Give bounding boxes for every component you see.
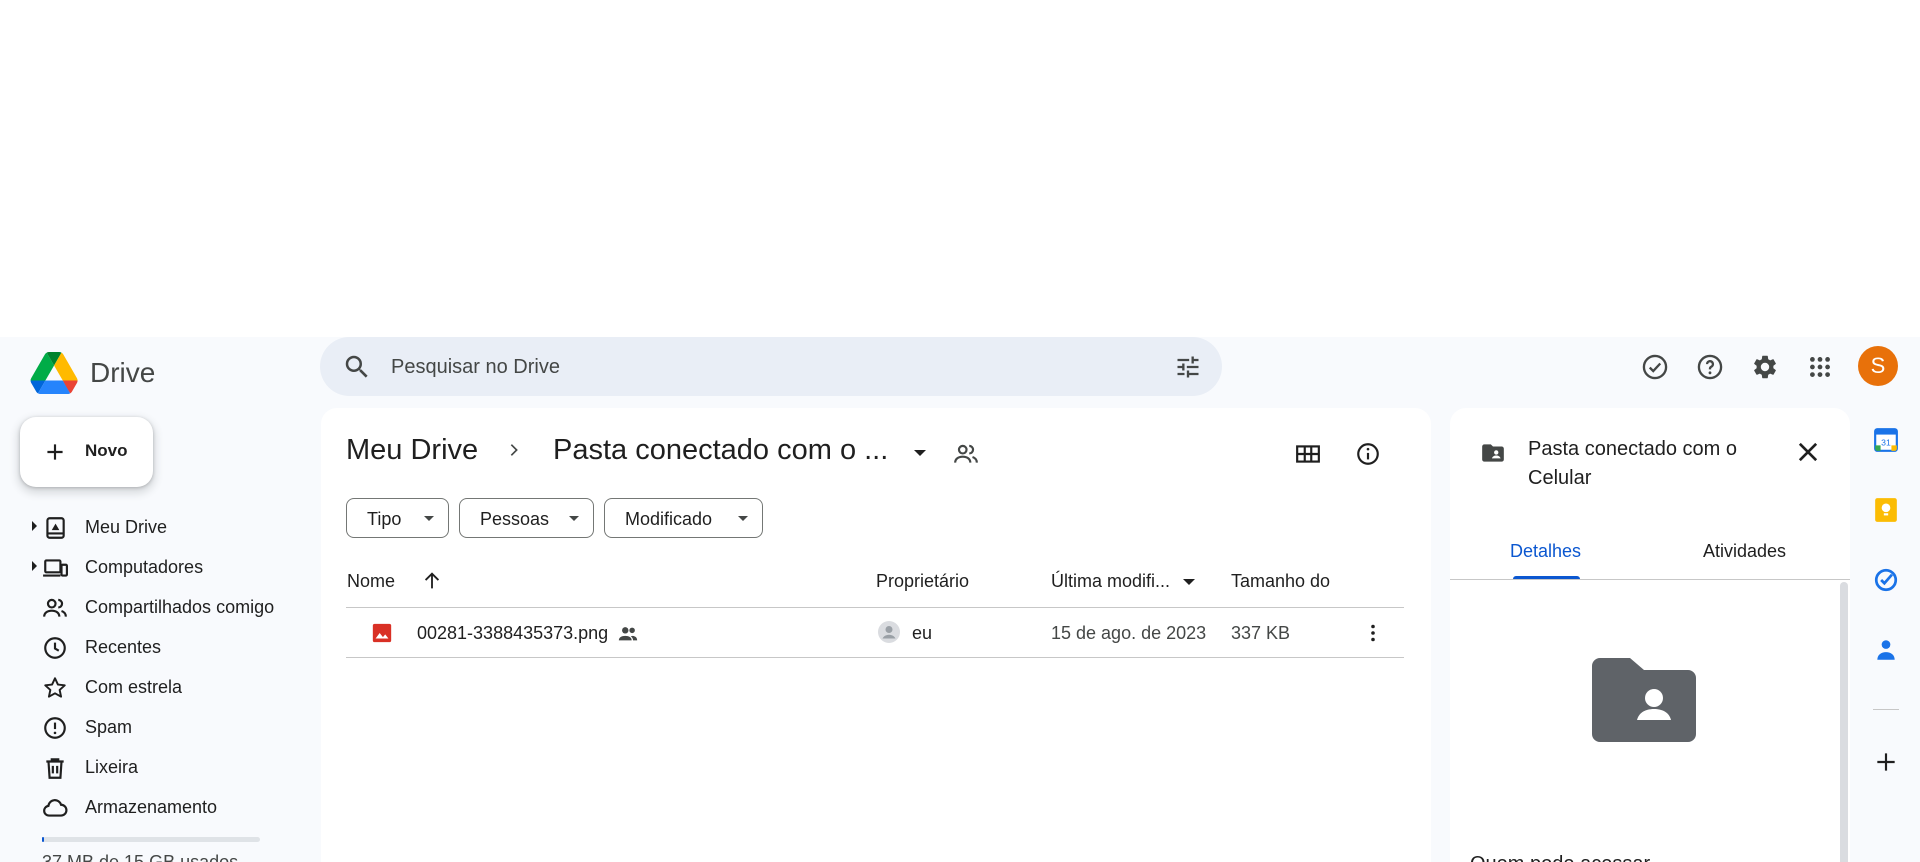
contacts-icon[interactable] — [1873, 637, 1899, 663]
keep-icon[interactable] — [1873, 497, 1899, 523]
sidebar-item-label: Meu Drive — [85, 517, 168, 537]
trash-icon — [46, 758, 64, 779]
sidebar-item-computers[interactable]: Computadores — [0, 547, 300, 587]
sidebar-item-label: Computadores — [85, 557, 204, 577]
app-name: Drive — [90, 357, 156, 388]
sidebar-item-label: Spam — [85, 717, 133, 737]
shared-file-icon — [618, 627, 638, 641]
details-panel: Pasta conectado com o Celular Detalhes A… — [1450, 408, 1850, 862]
filter-people-chip[interactable]: Pessoas — [459, 498, 594, 538]
storage-bar-fill — [42, 837, 45, 842]
column-header-modified[interactable]: Última modifi... — [1051, 571, 1170, 592]
sidebar-item-label: Compartilhados comigo — [85, 597, 275, 617]
breadcrumb-root[interactable]: Meu Drive — [346, 434, 478, 467]
shared-folder-icon[interactable] — [953, 441, 979, 467]
more-actions-icon[interactable] — [1361, 621, 1385, 645]
dropdown-arrow-icon — [569, 516, 579, 521]
sidebar-item-recent[interactable]: Recentes — [0, 627, 300, 667]
expand-caret-icon[interactable] — [32, 521, 37, 531]
dropdown-arrow-icon — [738, 516, 748, 521]
tab-activity[interactable]: Atividades — [1703, 541, 1786, 562]
file-size: 337 KB — [1231, 623, 1291, 643]
sidebar-item-label: Armazenamento — [85, 797, 218, 817]
rail-divider — [1873, 709, 1899, 710]
column-sort-dropdown-icon[interactable] — [1183, 579, 1195, 585]
calendar-icon[interactable]: 31 — [1873, 427, 1899, 453]
drive-app: Drive Pesquisar no Drive S Novo Meu Driv… — [0, 337, 1920, 862]
sidebar-item-storage[interactable]: Armazenamento — [0, 787, 300, 827]
filter-chip-label: Pessoas — [480, 509, 550, 529]
access-section-heading: Quem pode acessar — [1470, 853, 1650, 862]
sort-ascending-icon[interactable] — [421, 570, 443, 592]
add-icon[interactable] — [1873, 749, 1899, 775]
svg-text:31: 31 — [1881, 437, 1891, 447]
storage-bar — [42, 837, 260, 842]
drive-logo[interactable]: Drive — [30, 347, 155, 399]
sidebar-item-label: Lixeira — [85, 757, 139, 777]
cloud-icon — [43, 799, 68, 817]
file-modified-date: 15 de ago. de 2023 — [1051, 623, 1207, 643]
clock-icon — [44, 637, 66, 659]
sidebar-item-my-drive[interactable]: Meu Drive — [0, 507, 300, 547]
details-title: Pasta conectado com o Celular — [1528, 438, 1738, 489]
sidebar-item-trash[interactable]: Lixeira — [0, 747, 300, 787]
filter-chip-label: Modificado — [625, 509, 713, 529]
info-icon[interactable] — [1355, 441, 1381, 467]
settings-icon[interactable] — [1750, 352, 1780, 382]
my-drive-icon — [46, 517, 65, 539]
new-button-label: Novo — [85, 441, 128, 460]
expand-caret-icon[interactable] — [32, 561, 37, 571]
dropdown-arrow-icon — [424, 516, 434, 521]
file-name[interactable]: 00281-3388435373.png — [417, 623, 608, 644]
column-header-name[interactable]: Nome — [347, 571, 395, 592]
column-header-size[interactable]: Tamanho do — [1231, 571, 1330, 592]
star-icon — [44, 677, 66, 698]
chevron-right-icon — [510, 444, 518, 456]
filter-modified-chip[interactable]: Modificado — [604, 498, 763, 538]
table-header-divider — [346, 607, 1404, 608]
details-scrollbar[interactable] — [1840, 582, 1848, 862]
storage-usage-text: 37 MB de 15 GB usados — [42, 852, 239, 862]
offline-status-icon[interactable] — [1640, 352, 1670, 382]
tab-details[interactable]: Detalhes — [1510, 541, 1581, 562]
search-options-icon[interactable] — [1174, 353, 1202, 381]
filter-chip-label: Tipo — [367, 509, 402, 529]
file-owner: eu — [912, 623, 933, 643]
grid-view-icon[interactable] — [1295, 441, 1321, 467]
shared-icon — [43, 598, 67, 617]
plus-icon — [47, 444, 63, 460]
owner-avatar-icon — [878, 621, 900, 643]
search-bar[interactable]: Pesquisar no Drive — [320, 337, 1222, 396]
tasks-icon[interactable] — [1873, 567, 1899, 593]
image-file-icon — [372, 623, 392, 643]
help-icon[interactable] — [1695, 352, 1725, 382]
account-avatar[interactable]: S — [1858, 346, 1898, 386]
sidebar-item-spam[interactable]: Spam — [0, 707, 300, 747]
breadcrumb-current-folder[interactable]: Pasta conectado com o ... — [553, 434, 888, 467]
filter-type-chip[interactable]: Tipo — [346, 498, 449, 538]
main-content: Meu Drive Pasta conectado com o ... Tipo… — [321, 408, 1431, 862]
folder-menu-dropdown-icon[interactable] — [914, 450, 926, 456]
sidebar-item-label: Recentes — [85, 637, 162, 657]
sidebar-item-shared[interactable]: Compartilhados comigo — [0, 587, 300, 627]
spam-icon — [44, 717, 66, 739]
close-icon[interactable] — [1794, 438, 1822, 466]
search-input[interactable]: Pesquisar no Drive — [391, 356, 560, 379]
shared-folder-icon — [1482, 444, 1504, 462]
tabs-divider — [1450, 579, 1850, 580]
sidebar-item-starred[interactable]: Com estrela — [0, 667, 300, 707]
shared-folder-illustration-icon — [1592, 658, 1696, 742]
table-row-divider — [346, 657, 1404, 658]
computers-icon — [43, 559, 68, 577]
search-icon[interactable] — [342, 352, 372, 382]
sidebar-item-label: Com estrela — [85, 677, 183, 697]
drive-logo-icon — [30, 352, 78, 394]
column-header-owner[interactable]: Proprietário — [876, 571, 969, 592]
apps-grid-icon[interactable] — [1805, 352, 1835, 382]
new-button[interactable]: Novo — [20, 417, 153, 487]
